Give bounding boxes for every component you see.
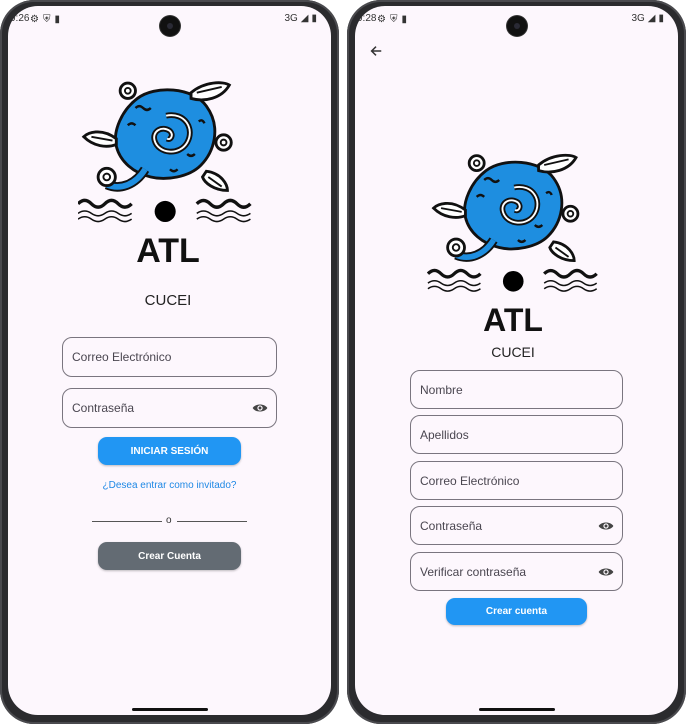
shield-icon: ⛨: [42, 14, 51, 25]
atl-logo: [78, 76, 260, 232]
surname-field[interactable]: Apellidos: [410, 415, 623, 454]
home-indicator[interactable]: [131, 708, 208, 711]
status-time: 9:28: [357, 13, 377, 24]
visibility-icon[interactable]: [598, 566, 614, 578]
settings-icon: ⚙: [30, 14, 39, 25]
brand-name: ATL: [136, 232, 200, 270]
atl-logo: [427, 150, 607, 300]
back-arrow-icon[interactable]: [369, 44, 383, 58]
signal-icon: ◢: [300, 13, 309, 24]
network-type: 3G: [284, 13, 298, 24]
login-button[interactable]: INICIAR SESIÓN: [98, 437, 241, 465]
visibility-icon[interactable]: [598, 520, 614, 532]
brand-name: ATL: [483, 302, 543, 338]
brand-subtitle: CUCEI: [144, 292, 192, 309]
brand-subtitle: CUCEI: [491, 344, 535, 360]
surname-placeholder: Apellidos: [420, 427, 469, 442]
name-placeholder: Nombre: [420, 382, 463, 397]
email-field[interactable]: Correo Electrónico: [62, 337, 277, 377]
phone-login: 9:26 ⚙ ⛨ ▮ 3G ◢ ▮ ATL CUCEI Correo Elect…: [0, 0, 339, 724]
status-time: 9:26: [10, 13, 30, 24]
camera-cutout: [159, 16, 180, 36]
sim-card-icon: ▮: [401, 14, 407, 25]
sim-card-icon: ▮: [54, 14, 60, 25]
password-field[interactable]: Contraseña: [62, 388, 277, 428]
battery-icon: ▮: [311, 13, 317, 24]
visibility-icon[interactable]: [252, 402, 268, 414]
home-indicator[interactable]: [478, 708, 555, 711]
shield-icon: ⛨: [389, 14, 398, 25]
guest-link[interactable]: ¿Desea entrar como invitado?: [82, 480, 257, 491]
login-screen: 9:26 ⚙ ⛨ ▮ 3G ◢ ▮ ATL CUCEI Correo Elect…: [8, 6, 331, 715]
divider-text: o: [166, 515, 172, 526]
verify-password-placeholder: Verificar contraseña: [420, 564, 527, 579]
password-placeholder: Contraseña: [72, 401, 135, 415]
network-type: 3G: [631, 13, 645, 24]
register-screen: 9:28 ⚙ ⛨ ▮ 3G ◢ ▮ ATL CUCEI Nombre Apell…: [355, 6, 678, 715]
password-field[interactable]: Contraseña: [410, 506, 623, 545]
create-account-button[interactable]: Crear Cuenta: [98, 542, 241, 570]
phone-register: 9:28 ⚙ ⛨ ▮ 3G ◢ ▮ ATL CUCEI Nombre Apell…: [347, 0, 686, 724]
password-placeholder: Contraseña: [420, 518, 483, 533]
email-field[interactable]: Correo Electrónico: [410, 461, 623, 500]
divider-right: [177, 521, 247, 522]
divider-left: [92, 521, 162, 522]
camera-cutout: [506, 16, 527, 36]
signal-icon: ◢: [647, 13, 656, 24]
name-field[interactable]: Nombre: [410, 370, 623, 409]
settings-icon: ⚙: [377, 14, 386, 25]
battery-icon: ▮: [658, 13, 664, 24]
email-placeholder: Correo Electrónico: [420, 473, 520, 488]
verify-password-field[interactable]: Verificar contraseña: [410, 552, 623, 591]
create-account-button[interactable]: Crear cuenta: [446, 598, 587, 625]
email-placeholder: Correo Electrónico: [72, 350, 172, 364]
